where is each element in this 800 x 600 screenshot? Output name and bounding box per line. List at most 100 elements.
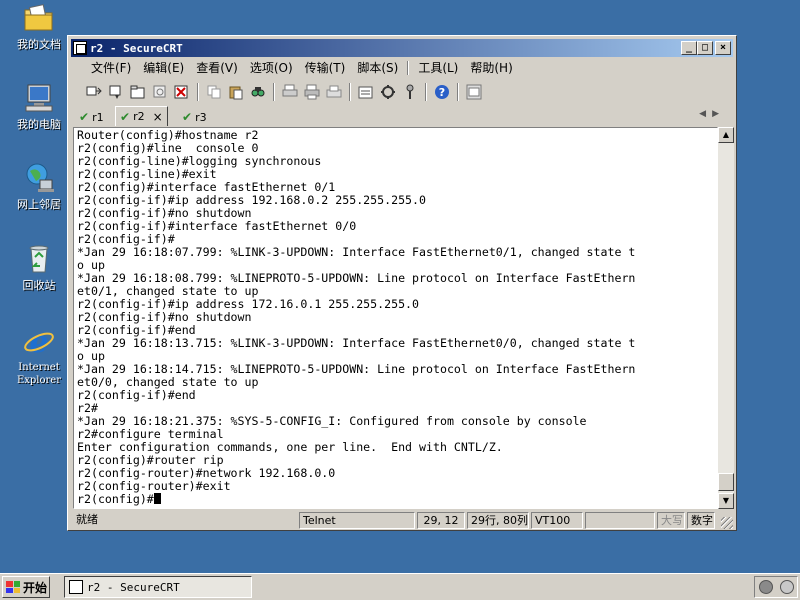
taskbar: 开始 r2 - SecureCRT (0, 573, 800, 600)
disconnect-icon[interactable] (172, 82, 192, 102)
keymap-icon[interactable] (400, 82, 420, 102)
desktop-icon-label: 我的文档 (17, 38, 61, 51)
tray-network-icon[interactable] (758, 580, 773, 594)
tab-r1[interactable]: ✔ r1 (75, 108, 108, 126)
system-tray (754, 576, 798, 598)
desktop-icon-network[interactable]: 网上邻居 (4, 162, 74, 211)
reconnect-icon[interactable] (150, 82, 170, 102)
desktop-icon-my-documents[interactable]: 我的文档 (4, 2, 74, 51)
tab-scroll-right-icon[interactable]: ▶ (712, 109, 725, 119)
windows-logo-icon (6, 581, 20, 593)
menu-tools[interactable]: 工具(L) (412, 59, 464, 77)
menu-transfer[interactable]: 传输(T) (299, 59, 352, 77)
status-emulation: VT100 (531, 512, 583, 529)
terminal-output: Router(config)#hostname r2 r2(config)#lin… (74, 128, 717, 506)
terminal-line: r2(config-router)#exit (77, 479, 231, 493)
svg-text:?: ? (439, 86, 445, 99)
quick-connect-icon[interactable] (106, 82, 126, 102)
find-icon[interactable] (248, 82, 268, 102)
start-label: 开始 (23, 580, 48, 595)
desktop-icon-label: 回收站 (22, 279, 56, 292)
tab-label: r3 (195, 110, 207, 124)
desktop-icon-recycle-bin[interactable]: 回收站 (4, 243, 74, 292)
scroll-up-icon[interactable]: ▲ (718, 127, 734, 143)
paste-icon[interactable] (226, 82, 246, 102)
menu-bar: 文件(F) 编辑(E) 查看(V) 选项(O) 传输(T) 脚本(S) 工具(L… (71, 58, 733, 78)
tab-scroll-arrows: ◀▶ (699, 109, 725, 119)
tab-r2[interactable]: ✔ r2 × (115, 106, 168, 126)
connect-in-tab-icon[interactable] (128, 82, 148, 102)
scroll-down-icon[interactable]: ▼ (718, 493, 734, 509)
title-bar[interactable]: r2 - SecureCRT _ □ × (71, 39, 733, 57)
tab-r3[interactable]: ✔ r3 (178, 108, 211, 126)
taskbar-item-securecrt[interactable]: r2 - SecureCRT (64, 576, 252, 598)
tab-close-icon[interactable]: × (153, 110, 163, 124)
tab-label: r1 (92, 110, 104, 124)
desktop-icon-internet-explorer[interactable]: e Internet Explorer (4, 325, 74, 387)
window-title: r2 - SecureCRT (90, 41, 183, 55)
vertical-scrollbar[interactable]: ▲ ▼ (718, 127, 734, 509)
status-caps: 大写 (657, 512, 685, 529)
toolbar-separator (349, 83, 351, 101)
desktop-icon-label: 我的电脑 (17, 118, 61, 131)
maximize-button[interactable]: □ (697, 41, 713, 55)
tray-volume-icon[interactable] (779, 580, 794, 594)
network-places-icon (22, 162, 56, 194)
status-num: 数字 (687, 512, 715, 529)
app-icon (69, 580, 83, 594)
session-options-icon[interactable] (356, 82, 376, 102)
global-options-icon[interactable] (378, 82, 398, 102)
menu-separator (407, 61, 410, 75)
status-ready: 就绪 (76, 513, 98, 526)
session-tab-bar: ✔ r1 ✔ r2 × ✔ r3 ◀▶ (71, 106, 733, 126)
menu-options[interactable]: 选项(O) (244, 59, 299, 77)
terminal-line: *Jan 29 16:18:13.715: %LINK-3-UPDOWN: In… (77, 336, 636, 350)
status-cursor-position: 29, 12 (417, 512, 465, 529)
copy-icon[interactable] (204, 82, 224, 102)
desktop-icon-label: 网上邻居 (17, 198, 61, 211)
folder-documents-icon (22, 2, 56, 34)
terminal-prompt-line: r2(config)# (77, 493, 717, 506)
app-icon (73, 41, 87, 55)
status-extra (585, 512, 655, 529)
start-button[interactable]: 开始 (2, 576, 50, 598)
connected-check-icon: ✔ (182, 110, 193, 124)
recycle-bin-icon (22, 243, 56, 275)
taskbar-item-label: r2 - SecureCRT (87, 580, 180, 594)
print-icon[interactable] (280, 82, 300, 102)
help-icon[interactable]: ? (432, 82, 452, 102)
close-button[interactable]: × (715, 41, 731, 55)
status-bar: 就绪 Telnet 29, 12 29行, 80列 VT100 大写 数字 (71, 512, 733, 529)
menu-file[interactable]: 文件(F) (85, 59, 137, 77)
connect-icon[interactable] (84, 82, 104, 102)
scroll-thumb[interactable] (718, 473, 734, 491)
securecrt-window: r2 - SecureCRT _ □ × 文件(F) 编辑(E) 查看(V) 选… (67, 35, 737, 531)
desktop-icon-label: Internet Explorer (16, 362, 62, 386)
terminal-view[interactable]: Router(config)#hostname r2 r2(config)#lin… (73, 127, 718, 509)
tab-scroll-left-icon[interactable]: ◀ (699, 109, 712, 119)
minimize-button[interactable]: _ (681, 41, 697, 55)
status-size: 29行, 80列 (467, 512, 529, 529)
printer-icon[interactable] (324, 82, 344, 102)
svg-text:e: e (29, 325, 48, 357)
desktop-icon-my-computer[interactable]: 我的电脑 (4, 82, 74, 131)
toolbar-separator (197, 83, 199, 101)
menu-script[interactable]: 脚本(S) (351, 59, 404, 77)
sftp-icon[interactable] (464, 82, 484, 102)
status-protocol: Telnet (299, 512, 415, 529)
connected-check-icon: ✔ (120, 109, 131, 124)
print-selection-icon[interactable] (302, 82, 322, 102)
text-cursor (153, 493, 161, 504)
toolbar-separator (425, 83, 427, 101)
terminal-prompt: r2(config)# (77, 492, 154, 506)
terminal-line: *Jan 29 16:18:07.799: %LINK-3-UPDOWN: In… (77, 245, 636, 259)
my-computer-icon (22, 82, 56, 114)
resize-grip[interactable] (721, 517, 733, 529)
internet-explorer-icon: e (22, 325, 56, 360)
tab-label: r2 (133, 110, 145, 123)
toolbar: ? (71, 80, 733, 104)
menu-view[interactable]: 查看(V) (190, 59, 244, 77)
terminal-line: r2(config-if)#end (77, 388, 196, 402)
menu-edit[interactable]: 编辑(E) (137, 59, 190, 77)
menu-help[interactable]: 帮助(H) (464, 59, 518, 77)
